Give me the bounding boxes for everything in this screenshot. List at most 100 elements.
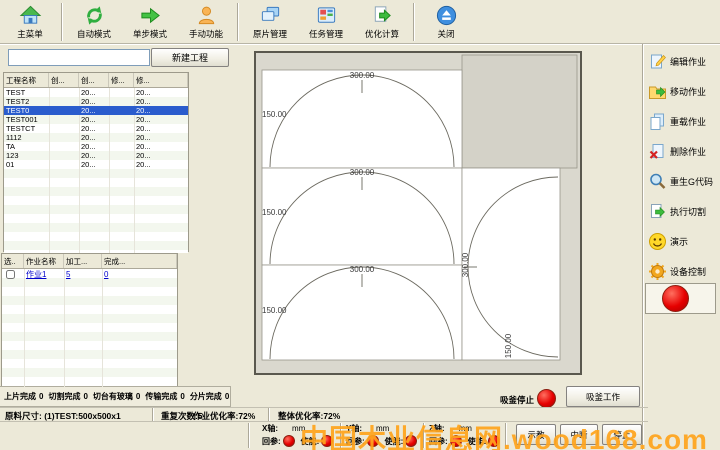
z-axis-enable-led [488,435,500,447]
toolbar-task-manager[interactable]: 任务管理 [298,1,354,43]
axes-divider [423,423,425,448]
project-row[interactable]: 111220...20... [4,133,188,142]
sidebar-item-regen-gcode-label: 重生G代码 [670,175,713,188]
z-axis-enable-label: 使能: [468,436,487,447]
job-table-body: 作业1 5 0 [2,269,177,387]
toolbar-auto-mode[interactable]: 自动模式 [66,1,122,43]
counter-load-done: 上片完成0 [4,391,43,402]
sidebar-item-edit-job-label: 编辑作业 [670,55,706,68]
project-row[interactable]: TEST00120...20... [4,115,188,124]
sidebar-divider [642,44,644,450]
project-row[interactable]: TA20...20... [4,142,188,151]
axes-divider [505,423,507,448]
manual-function-icon [195,4,218,27]
job-process-link[interactable]: 5 [66,270,70,279]
project-name-input[interactable] [8,49,150,66]
toolbar-manual-function-label: 手动功能 [189,28,223,40]
project-row[interactable]: TESTCT20...20... [4,124,188,133]
col-header-done[interactable]: 完成... [102,254,177,268]
sidebar-item-regen-gcode[interactable]: 重生G代码 [648,166,720,196]
col-header-project-name[interactable]: 工程名称 [4,73,49,87]
col-header-created-1[interactable]: 创... [49,73,79,87]
job-name-link[interactable]: 作业1 [26,270,46,279]
toolbar-separator [413,3,415,41]
column-divider [24,269,25,387]
regen-gcode-icon [648,172,667,191]
job-row[interactable]: 作业1 5 0 [2,269,177,280]
main-toolbar: 主菜单 自动模式 单步模式 手动功能 原片管理 任务管理 优化计算 [0,0,720,44]
interrupt-button[interactable]: 中断 [560,424,598,445]
step-mode-icon [139,4,162,27]
job-table: 选.. 作业名称 加工... 完成... 作业1 5 0 [1,253,178,386]
info-divider [268,408,270,421]
x-axis-enable-label: 使能: [301,436,320,447]
sidebar-item-move-job[interactable]: 移动作业 [648,76,720,106]
project-row[interactable]: 12320...20... [4,151,188,160]
teach-button[interactable]: 示教 [516,424,556,445]
x-axis-label: X轴: [262,423,278,434]
dim-label-height-4: 150.00 [504,333,513,358]
toolbar-separator [61,3,63,41]
project-table: 工程名称 创... 创... 修... 修... TEST20...20... … [3,72,189,252]
col-header-modified-1[interactable]: 修... [109,73,134,87]
dim-label-width-3: 300.00 [350,265,375,274]
toolbar-optimize-label: 优化计算 [365,28,399,40]
toolbar-close[interactable]: 关闭 [418,1,474,43]
project-row[interactable]: TEST220...20... [4,97,188,106]
optimize-icon [371,4,394,27]
col-header-process[interactable]: 加工... [64,254,102,268]
toolbar-sheet-manager[interactable]: 原片管理 [242,1,298,43]
project-row[interactable]: TEST20...20... [4,88,188,97]
axes-divider [248,423,250,448]
project-row-selected[interactable]: TEST020...20... [4,106,188,115]
col-header-select[interactable]: 选.. [2,254,24,268]
project-table-header: 工程名称 创... 创... 修... 修... [4,73,188,88]
z-axis-unit: mm [459,424,472,433]
sidebar-item-execute-cut-label: 执行切割 [670,205,706,218]
task-manager-icon [315,4,338,27]
counter-table-glass: 切台有玻璃0 [93,391,140,402]
toolbar-optimize[interactable]: 优化计算 [354,1,410,43]
stop-button[interactable]: 停止 [602,424,642,445]
col-header-modified-2[interactable]: 修... [134,73,188,87]
toolbar-task-manager-label: 任务管理 [309,28,343,40]
close-icon [435,4,458,27]
job-select-checkbox[interactable] [6,270,15,279]
col-header-job-name[interactable]: 作业名称 [24,254,64,268]
sheet-manager-icon [259,4,282,27]
delete-job-icon [648,142,667,161]
new-project-button[interactable]: 新建工程 [151,48,229,67]
sidebar-item-demo-label: 演示 [670,235,688,248]
col-header-created-2[interactable]: 创... [79,73,109,87]
suction-work-button[interactable]: 吸釜工作 [566,386,640,407]
project-row[interactable]: 0120...20... [4,160,188,169]
sidebar-item-delete-job[interactable]: 删除作业 [648,136,720,166]
edit-job-icon [648,52,667,71]
dim-label-width-2: 300.00 [350,168,375,177]
cut-piece-4[interactable] [462,168,560,360]
y-axis-status: Y轴:mm 回参:使能: [346,423,423,447]
toolbar-step-mode[interactable]: 单步模式 [122,1,178,43]
job-done-link[interactable]: 0 [104,270,108,279]
suction-stop-led [537,389,556,408]
sidebar-item-move-job-label: 移动作业 [670,85,706,98]
sidebar-item-device-control[interactable]: 设备控制 [648,256,720,286]
sidebar-item-reload-job[interactable]: 重载作业 [648,106,720,136]
sidebar-item-demo[interactable]: 演示 [648,226,720,256]
x-axis-ref-label: 回参: [262,436,281,447]
toolbar-sheet-manager-label: 原片管理 [253,28,287,40]
z-axis-label: Z轴: [429,423,445,434]
x-axis-enable-led [321,435,333,447]
home-icon [19,4,42,27]
toolbar-manual-function[interactable]: 手动功能 [178,1,234,43]
sidebar-item-edit-job[interactable]: 编辑作业 [648,46,720,76]
cutting-layout-canvas[interactable]: 300.00 300.00 300.00 150.00 150.00 150.0… [253,50,583,376]
toolbar-separator [237,3,239,41]
axes-divider [340,423,342,448]
sidebar-item-execute-cut[interactable]: 执行切割 [648,196,720,226]
demo-icon [648,232,667,251]
toolbar-main-menu[interactable]: 主菜单 [2,1,58,43]
counter-transfer-done: 传输完成0 [145,391,184,402]
x-axis-ref-led [283,435,295,447]
suction-stop-label: 吸釜停止 [500,394,534,406]
